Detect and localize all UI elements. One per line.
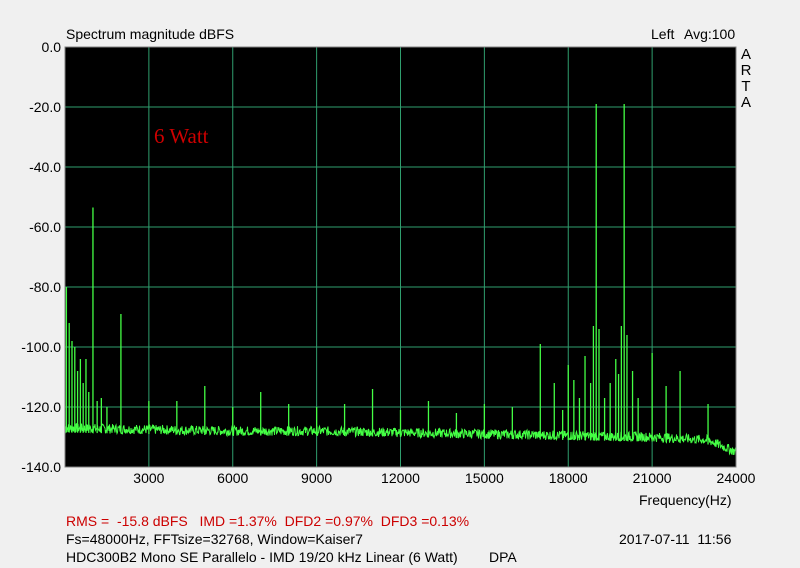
y-tick-label: -40.0	[29, 159, 61, 175]
brand-letter-a2: A	[740, 94, 751, 111]
channel-label: Left	[651, 26, 675, 42]
x-tick-label: 21000	[633, 470, 672, 486]
x-tick-label: 15000	[465, 470, 504, 486]
y-tick-label: -140.0	[21, 459, 61, 475]
y-tick-label: -60.0	[29, 219, 61, 235]
x-axis-label: Frequency(Hz)	[639, 492, 732, 508]
y-tick-label: -20.0	[29, 99, 61, 115]
y-tick-label: -80.0	[29, 279, 61, 295]
tag-label: DPA	[489, 549, 517, 565]
spectrum-chart: 3000 6000 9000 12000 15000 18000 21000 24000 0.0…	[21, 39, 756, 486]
y-tick-label: 0.0	[42, 39, 62, 55]
x-tick-label: 6000	[217, 470, 248, 486]
brand-letter-t: T	[741, 78, 751, 95]
avg-label: Avg:100	[684, 26, 736, 42]
y-tick-label: -100.0	[21, 339, 61, 355]
brand-letter-r: R	[740, 62, 752, 79]
stats-line: RMS = -15.8 dBFS IMD =1.37% DFD2 =0.97% …	[66, 513, 470, 529]
datetime-label: 2017-07-11 11:56	[619, 531, 732, 547]
x-tick-label: 9000	[301, 470, 332, 486]
x-tick-label: 12000	[381, 470, 420, 486]
chart-title: Spectrum magnitude dBFS	[66, 26, 235, 42]
x-tick-label: 3000	[133, 470, 164, 486]
brand-letter-a1: A	[740, 46, 751, 63]
params-line: Fs=48000Hz, FFTsize=32768, Window=Kaiser…	[66, 531, 363, 547]
x-tick-label: 24000	[717, 470, 756, 486]
y-tick-label: -120.0	[21, 399, 61, 415]
x-tick-label: 18000	[549, 470, 588, 486]
description-line: HDC300B2 Mono SE Parallelo - IMD 19/20 k…	[66, 549, 458, 565]
annotation-label: 6 Watt	[154, 124, 209, 148]
